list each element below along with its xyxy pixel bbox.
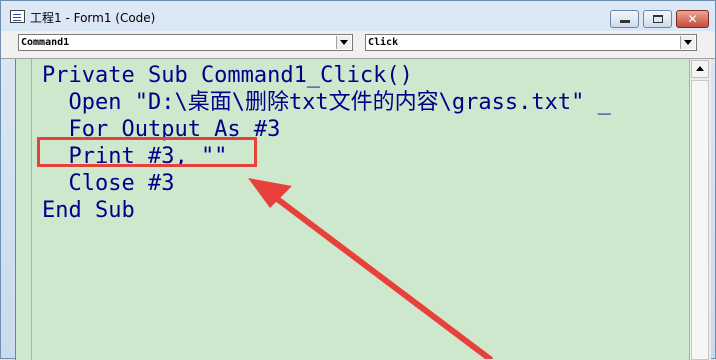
arrow-shaft [265, 189, 493, 359]
annotation-arrow [248, 178, 493, 359]
